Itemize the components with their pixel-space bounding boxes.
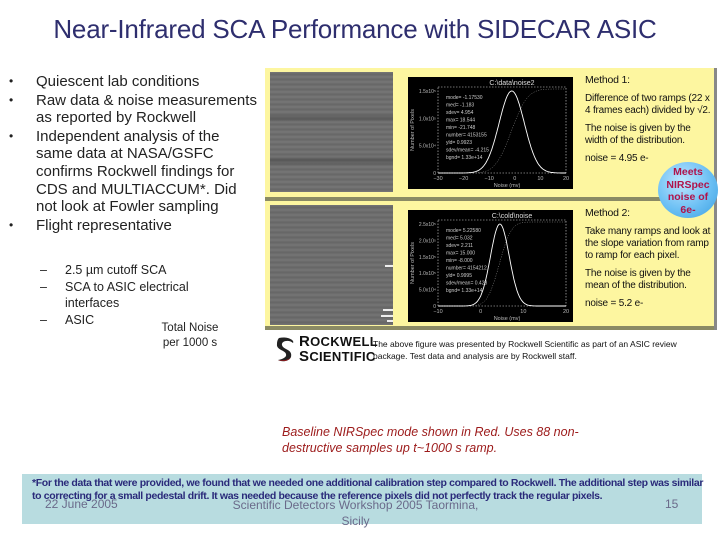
- histogram-plot: C:\data\noise2 Number of Pixels 0 5.0x10⁴ 1.…: [410, 80, 569, 189]
- stat-line: bgnd= 1.33e+14: [446, 288, 483, 294]
- stat-line: sdev= 4.954: [446, 110, 474, 116]
- x-tick-label: 10: [537, 176, 543, 182]
- stat-line: sdev/mean= 0.423: [446, 281, 487, 287]
- rockwell-swoosh-icon: [276, 337, 294, 362]
- x-axis-label: Noise (mv): [494, 183, 521, 189]
- streak: [387, 320, 393, 322]
- total-noise-label: Total Noise per 1000 s: [161, 322, 219, 349]
- stat-line: sdev/mean= -4.215: [446, 148, 489, 154]
- stat-line: max= 18.544: [446, 118, 475, 124]
- x-axis-label: Noise (mv): [494, 316, 521, 322]
- dash-icon: –: [40, 312, 47, 327]
- plot-title: C:\cold\noise: [492, 213, 533, 220]
- method2-row: C:\cold\noise Number of Pixels 0 5.0x10⁴ 1.0…: [265, 201, 714, 329]
- bullet-item: • Flight representative: [9, 216, 172, 234]
- streak: [385, 265, 393, 267]
- slide-title: Near-Infrared SCA Performance with SIDEC…: [53, 14, 657, 44]
- bullet-icon: •: [9, 74, 14, 88]
- stat-line: max= 15.000: [446, 251, 475, 257]
- stat-line: yld= 0.9923: [446, 140, 472, 146]
- stat-line: min= -8.000: [446, 258, 473, 264]
- stat-line: min= -21.748: [446, 125, 476, 131]
- y-tick-label: 5.0x10⁴: [419, 288, 436, 294]
- x-tick-label: 20: [563, 176, 569, 182]
- x-tick-label: −20: [459, 176, 468, 182]
- y-tick-label: 5.0x10⁴: [419, 144, 436, 150]
- stat-line: mode= 5.22580: [446, 228, 481, 234]
- stat-line: number= 4154212: [446, 266, 487, 272]
- method1-row: C:\data\noise2 Number of Pixels 0 5.0x10⁴ 1.…: [265, 68, 714, 196]
- rockwell-scientific-logo: ROCKWELL SCIENTIFIC: [275, 334, 378, 366]
- x-tick-label: −10: [485, 176, 494, 182]
- bullet-item: • Raw data & noise measurements as report…: [9, 91, 257, 127]
- streak: [383, 309, 393, 311]
- method-description: Take many ramps and look at the slope va…: [585, 226, 711, 261]
- bullet-item: • Quiescent lab conditions: [9, 73, 200, 90]
- histogram-plot: C:\cold\noise Number of Pixels 0 5.0x10⁴ 1.0…: [410, 213, 569, 322]
- bullet-item: • Independent analysis of the same data a…: [9, 127, 237, 216]
- x-tick-label: 10: [520, 309, 526, 315]
- bullet-icon: •: [9, 128, 14, 143]
- histogram-method1: C:\data\noise2 Number of Pixels 0 5.0x10⁴ 1.…: [408, 77, 573, 189]
- plot-title: C:\data\noise2: [489, 80, 534, 87]
- x-tick-label: −10: [433, 309, 442, 315]
- stat-line: bgnd= 1.33e+14: [446, 155, 483, 161]
- stat-line: number= 4153155: [446, 133, 487, 139]
- x-tick-label: 0: [479, 309, 482, 315]
- method-note: The noise is given by the width of the d…: [585, 123, 691, 146]
- logo-text: ROCKWELL SCIENTIFIC: [299, 333, 378, 365]
- histogram-method2: C:\cold\noise Number of Pixels 0 5.0x10⁴ 1.0…: [408, 210, 573, 322]
- baseline-note: Baseline NIRSpec mode shown in Red. Uses…: [282, 425, 579, 455]
- y-tick-label: 1.0x10⁵: [419, 271, 436, 277]
- stat-line: mode= -1.17530: [446, 95, 483, 101]
- x-tick-label: −30: [433, 176, 442, 182]
- stat-line: sdev= 2.211: [446, 243, 473, 249]
- rockwell-figure: C:\data\noise2 Number of Pixels 0 5.0x10⁴ 1.…: [265, 68, 717, 330]
- y-tick-label: 2.5x10⁵: [419, 222, 436, 228]
- stat-line: med= 5.032: [446, 236, 473, 242]
- streak: [381, 315, 393, 317]
- bullet-icon: •: [9, 92, 14, 107]
- y-tick-label: 1.5x10⁵: [419, 255, 436, 261]
- method2-text: Method 2: Take many ramps and look at th…: [585, 207, 713, 316]
- sub-bullet-list: –2.5 µm cutoff SCA – SCA to ASIC electric…: [40, 262, 240, 328]
- logo-line2: SCIENTIFIC: [299, 347, 376, 365]
- footnote: *For the data that were provided, we fou…: [32, 477, 704, 503]
- sub-bullet-item: –2.5 µm cutoff SCA: [40, 263, 167, 277]
- method1-text: Method 1: Difference of two ramps (22 x …: [585, 74, 713, 171]
- method-note: The noise is given by the mean of the di…: [585, 268, 691, 291]
- stat-line: med= -1.183: [446, 103, 474, 109]
- y-tick-label: 2.0x10⁵: [419, 238, 436, 244]
- figure-caption: The above figure was presented by Rockwe…: [373, 339, 677, 361]
- method-description: Difference of two ramps (22 x 4 frames e…: [585, 93, 711, 116]
- stat-line: yld= 0.9995: [446, 273, 472, 279]
- method-noise-value: noise = 5.2 e-: [585, 298, 644, 309]
- bullet-list: • Quiescent lab conditions • Raw data & no…: [8, 73, 260, 235]
- x-tick-label: 0: [513, 176, 516, 182]
- divider: [265, 326, 714, 330]
- dash-icon: –: [40, 279, 47, 294]
- y-tick-label: 1.5x10⁵: [419, 89, 436, 95]
- meets-nirspec-badge: Meets NIRSpec noise of 6e-: [658, 162, 718, 218]
- sub-bullet-item: – SCA to ASIC electrical interfaces: [40, 279, 189, 311]
- detector-image-method2: [270, 205, 393, 325]
- dash-icon: –: [40, 263, 47, 277]
- x-tick-label: 20: [563, 309, 569, 315]
- method-title: Method 1:: [585, 74, 630, 86]
- y-axis-label: Number of Pixels: [410, 242, 416, 284]
- y-tick-label: 1.0x10⁵: [419, 116, 436, 122]
- logo-line1: ROCKWELL: [299, 333, 378, 350]
- y-axis-label: Number of Pixels: [410, 109, 416, 151]
- detector-image-method1: [270, 72, 393, 192]
- bullet-icon: •: [9, 217, 14, 232]
